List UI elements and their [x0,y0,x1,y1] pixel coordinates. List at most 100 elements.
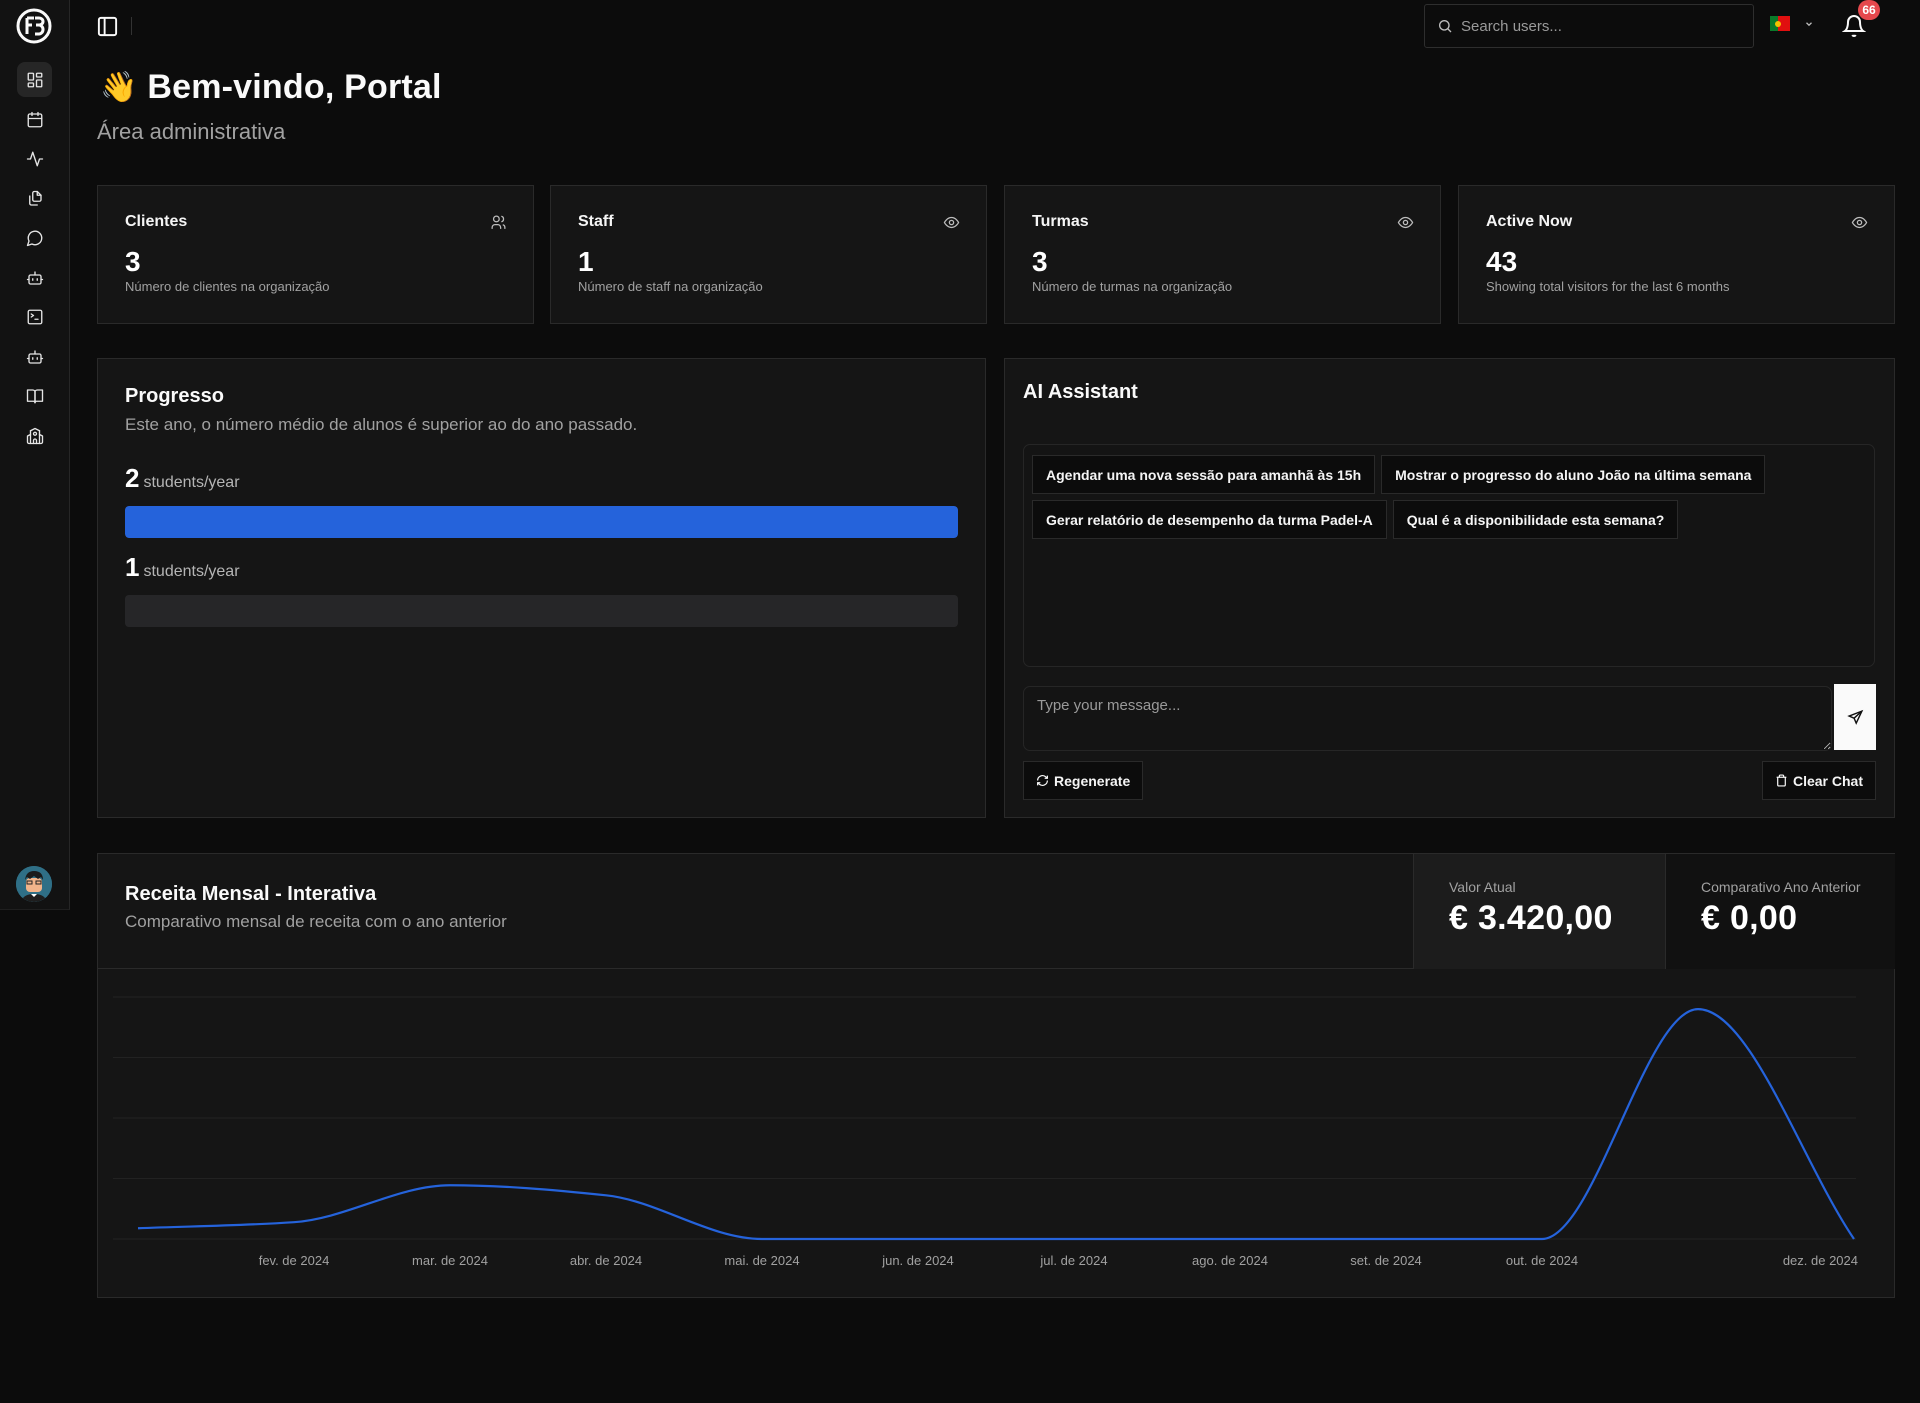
progress-value: 1 [125,552,140,582]
sidebar-item-dashboard[interactable] [17,62,52,97]
stat-card-clientes: Clientes 3 Número de clientes na organiz… [97,185,534,324]
x-tick-label: jun. de 2024 [881,1253,954,1268]
stat-description: Número de staff na organização [578,279,763,294]
users-icon [491,215,506,229]
language-selector[interactable] [1770,16,1814,31]
bot-icon [26,349,43,364]
sidebar-item-book[interactable] [17,378,52,413]
clear-chat-button[interactable]: Clear Chat [1761,761,1876,800]
suggestion-chip[interactable]: Agendar uma nova sessão para amanhã às 1… [1032,455,1376,494]
bot-icon [26,270,43,285]
progress-value: 2 [125,463,140,493]
kpi-label: Valor Atual [1449,879,1516,895]
calendar-icon [27,111,42,127]
terminal-icon [27,309,42,324]
portugal-flag-icon [1770,16,1790,31]
data-point[interactable] [444,1179,456,1191]
sidebar-toggle-icon[interactable] [96,15,119,38]
stat-description: Número de turmas na organização [1032,279,1233,294]
eye-icon [1397,216,1414,229]
page-title: Bem-vindo, Portal [147,68,442,106]
sidebar-item-terminal[interactable] [17,299,52,334]
chat-message-input[interactable] [1023,686,1832,751]
data-point[interactable] [912,1233,924,1245]
stat-label: Clientes [125,213,188,230]
eye-icon [943,216,960,229]
data-point[interactable] [1536,1233,1548,1245]
user-avatar[interactable] [16,866,52,902]
data-point[interactable] [600,1189,612,1201]
sidebar-item-activity[interactable] [17,141,52,176]
data-point[interactable] [756,1233,768,1245]
revenue-card: Receita Mensal - Interativa Comparativo … [97,853,1895,1298]
chevron-down-icon [1806,21,1812,26]
x-tick-label: abr. de 2024 [570,1253,642,1268]
stat-value: 43 [1486,246,1518,277]
waving-hand-icon: 👋 [100,70,138,104]
stat-label: Staff [578,213,614,230]
revenue-title: Receita Mensal - Interativa [125,883,377,905]
x-tick-label: ago. de 2024 [1192,1253,1268,1268]
kpi-value: € 0,00 [1701,899,1798,937]
kpi-label: Comparativo Ano Anterior [1701,879,1861,895]
welcome-heading: 👋 Bem-vindo, Portal [100,68,442,107]
refresh-icon [1037,775,1048,786]
data-point[interactable] [1848,1233,1860,1245]
data-point[interactable] [1692,1003,1704,1015]
sidebar-item-documents[interactable] [17,181,52,216]
school-icon [26,427,43,444]
fb-logo-icon[interactable] [15,7,53,45]
x-tick-label: dez. de 2024 [1783,1253,1858,1268]
progress-unit: students/year [143,474,240,491]
clear-chat-label: Clear Chat [1792,772,1863,789]
sidebar-item-calendar[interactable] [17,102,52,137]
stat-card-active-now: Active Now 43 Showing total visitors for… [1458,185,1895,324]
data-point[interactable] [288,1216,300,1228]
revenue-header: Receita Mensal - Interativa Comparativo … [98,854,1895,969]
data-point[interactable] [1224,1233,1236,1245]
revenue-line-chart[interactable]: fev. de 2024 mar. de 2024 abr. de 2024 mai.… [98,970,1894,1297]
sidebar-item-school[interactable] [17,418,52,453]
notification-badge: 66 [1858,0,1880,20]
page-subtitle: Área administrativa [97,119,286,144]
activity-icon [26,151,43,166]
suggestion-chip[interactable]: Gerar relatório de desempenho da turma P… [1032,500,1387,539]
book-icon [26,388,43,403]
stat-description: Showing total visitors for the last 6 mo… [1486,279,1730,294]
ai-assistant-title: AI Assistant [1023,381,1138,403]
revenue-series-line [137,1007,1855,1241]
chat-icon [26,230,42,246]
ai-assistant-card: AI Assistant Agendar uma nova sessão par… [1004,358,1895,818]
chat-messages-area: Agendar uma nova sessão para amanhã às 1… [1023,444,1875,667]
regenerate-button[interactable]: Regenerate [1023,761,1144,800]
stat-value: 1 [578,246,594,277]
send-button[interactable] [1834,684,1876,750]
progress-bar-track [125,506,958,538]
x-tick-label: fev. de 2024 [259,1253,330,1268]
progress-title: Progresso [125,385,224,407]
data-point[interactable] [132,1222,144,1234]
search-icon [1439,20,1452,33]
send-icon [1846,709,1863,725]
kpi-current-value[interactable]: Valor Atual € 3.420,00 [1413,854,1665,969]
kpi-value: € 3.420,00 [1449,899,1613,937]
stat-value: 3 [1032,246,1048,277]
progress-row-current: 2 students/year [125,463,958,538]
x-tick-label: mai. de 2024 [724,1253,799,1268]
progress-row-previous: 1 students/year [125,552,958,627]
progress-bar-track [125,595,958,627]
suggestion-chip[interactable]: Mostrar o progresso do aluno João na últ… [1381,455,1766,494]
header-separator [131,17,132,35]
kpi-previous-year[interactable]: Comparativo Ano Anterior € 0,00 [1665,854,1895,969]
stat-label: Active Now [1486,213,1573,230]
data-point[interactable] [1380,1233,1392,1245]
progress-unit: students/year [143,563,240,580]
search-box[interactable] [1424,4,1754,48]
regenerate-label: Regenerate [1054,772,1131,789]
sidebar-item-bot[interactable] [17,339,52,374]
suggestion-chip[interactable]: Qual é a disponibilidade esta semana? [1392,500,1679,539]
sidebar-item-bot[interactable] [17,260,52,295]
search-input[interactable] [1461,17,1741,35]
data-point[interactable] [1068,1233,1080,1245]
sidebar-item-chat[interactable] [17,220,52,255]
